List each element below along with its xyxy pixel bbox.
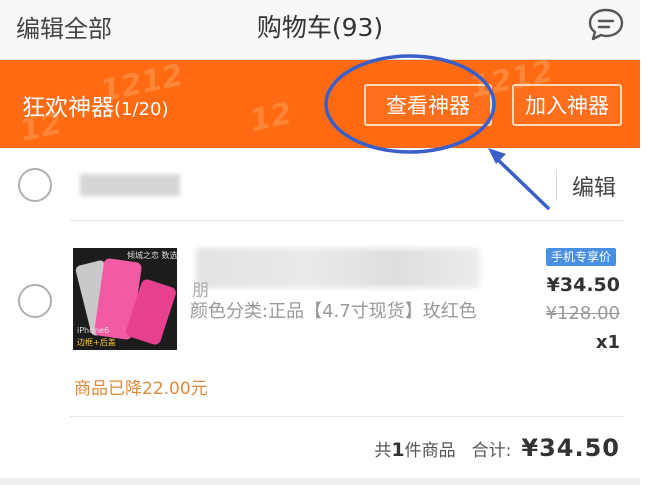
count-value: 1 [391, 439, 405, 461]
cart-shop-card: 编辑 倾城之恋 数选一天 iPhone6 边框+后盖 朋 颜色分类:正品【4.7… [0, 148, 640, 478]
shop-name-blurred [80, 174, 180, 196]
mobile-price-badge: 手机专享价 [546, 248, 617, 266]
thumbnail-badge: 倾城之恋 数选一天 [127, 251, 177, 260]
price-reduced-note: 商品已降22.00元 [74, 379, 208, 399]
page-title: 购物车(93) [256, 13, 384, 42]
product-spec: 颜色分类:正品【4.7寸现货】玫红色 [190, 301, 477, 322]
promo-banner: 1212 12 1212 12 狂欢神器(1/20) 查看神器 加入神器 [0, 60, 640, 148]
product-thumbnail[interactable]: 倾城之恋 数选一天 iPhone6 边框+后盖 [73, 248, 177, 350]
bottom-strip [0, 478, 640, 485]
count-suffix: 件商品 [404, 441, 456, 461]
shop-edit-button[interactable]: 编辑 [572, 170, 616, 202]
promo-title: 狂欢神器 [22, 95, 114, 121]
thumbnail-model: iPhone6 [77, 326, 110, 335]
item-quantity: x1 [595, 332, 620, 353]
divider [556, 170, 557, 200]
divider [70, 416, 625, 417]
message-bubble-icon[interactable] [585, 4, 627, 44]
total-label: 合计: [471, 441, 512, 461]
view-items-button[interactable]: 查看神器 [364, 84, 492, 126]
shop-select-radio[interactable] [18, 168, 52, 202]
promo-label: 狂欢神器(1/20) [22, 88, 168, 122]
product-title[interactable]: 朋 [192, 276, 209, 301]
original-price: ¥128.00 [545, 303, 620, 324]
total-price: ¥34.50 [521, 434, 620, 462]
item-count: 共1件商品 [374, 436, 455, 461]
cart-summary: 共1件商品 合计: ¥34.50 [374, 434, 620, 462]
item-select-radio[interactable] [18, 284, 52, 318]
current-price: ¥34.50 [546, 274, 620, 296]
banner-decoration: 12 [246, 96, 295, 139]
thumbnail-tag: 边框+后盖 [77, 338, 116, 347]
app-frame: 编辑全部 购物车(93) 1212 12 1212 12 狂欢神器(1/20) … [0, 0, 640, 485]
divider [70, 220, 625, 221]
product-title-blurred [196, 248, 480, 288]
count-prefix: 共 [374, 441, 392, 461]
promo-count: (1/20) [114, 99, 169, 120]
top-nav-bar: 编辑全部 购物车(93) [0, 0, 640, 60]
add-item-button[interactable]: 加入神器 [512, 84, 622, 126]
